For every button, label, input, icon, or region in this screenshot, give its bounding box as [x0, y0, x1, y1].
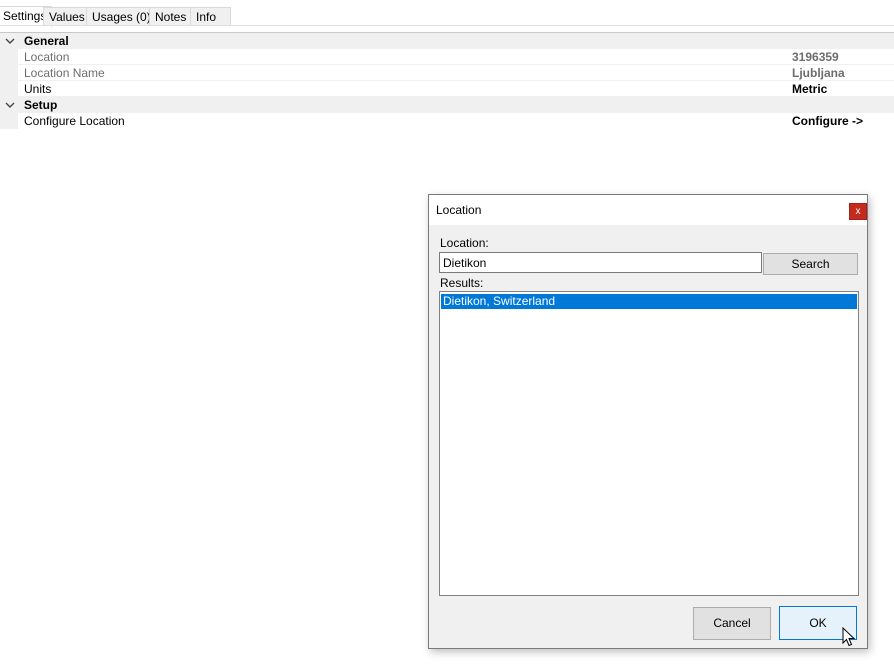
configure-location-button[interactable]: Configure -> — [792, 113, 863, 129]
row-gutter — [0, 113, 18, 129]
location-input[interactable] — [439, 252, 762, 273]
property-value-units[interactable]: Metric — [792, 81, 827, 97]
mouse-pointer-icon — [842, 627, 856, 647]
results-list[interactable]: Dietikon, Switzerland — [439, 291, 859, 596]
tab-info[interactable]: Info — [190, 7, 231, 25]
list-item[interactable]: Dietikon, Switzerland — [441, 294, 857, 309]
dialog-titlebar[interactable]: Location x — [429, 195, 867, 225]
tab-bar: Settings Values Usages (0) Notes Info — [0, 6, 894, 27]
property-row-units[interactable]: Units Metric — [0, 81, 894, 97]
tab-notes[interactable]: Notes — [149, 7, 193, 25]
chevron-down-icon[interactable] — [4, 33, 16, 49]
property-name-location-name: Location Name — [24, 66, 105, 80]
cancel-button[interactable]: Cancel — [693, 607, 771, 640]
location-dialog: Location x Location: Search Results: Die… — [428, 194, 868, 649]
chevron-down-icon[interactable] — [4, 97, 16, 113]
property-value-location-name: Ljubljana — [792, 66, 845, 80]
property-name-configure-location: Configure Location — [24, 114, 125, 128]
row-gutter — [0, 49, 18, 65]
category-general[interactable]: General — [0, 33, 894, 49]
property-value-location: 3196359 — [792, 50, 839, 64]
tab-values[interactable]: Values — [43, 7, 91, 25]
property-row-location[interactable]: Location 3196359 — [0, 49, 894, 65]
dialog-title: Location — [436, 203, 482, 217]
search-button[interactable]: Search — [763, 253, 858, 275]
location-label: Location: — [440, 236, 489, 250]
tab-bar-divider — [0, 25, 894, 26]
row-gutter — [0, 81, 18, 97]
results-label: Results: — [440, 276, 484, 290]
close-button[interactable]: x — [849, 203, 867, 220]
property-row-configure-location[interactable]: Configure Location Configure -> — [0, 113, 894, 129]
category-setup-label: Setup — [24, 98, 58, 112]
property-row-location-name[interactable]: Location Name Ljubljana — [0, 65, 894, 81]
category-general-label: General — [24, 34, 69, 48]
property-name-units: Units — [24, 82, 52, 96]
tab-usages[interactable]: Usages (0) — [86, 7, 157, 25]
row-gutter — [0, 65, 18, 81]
category-setup[interactable]: Setup — [0, 97, 894, 113]
property-name-location: Location — [24, 50, 70, 64]
